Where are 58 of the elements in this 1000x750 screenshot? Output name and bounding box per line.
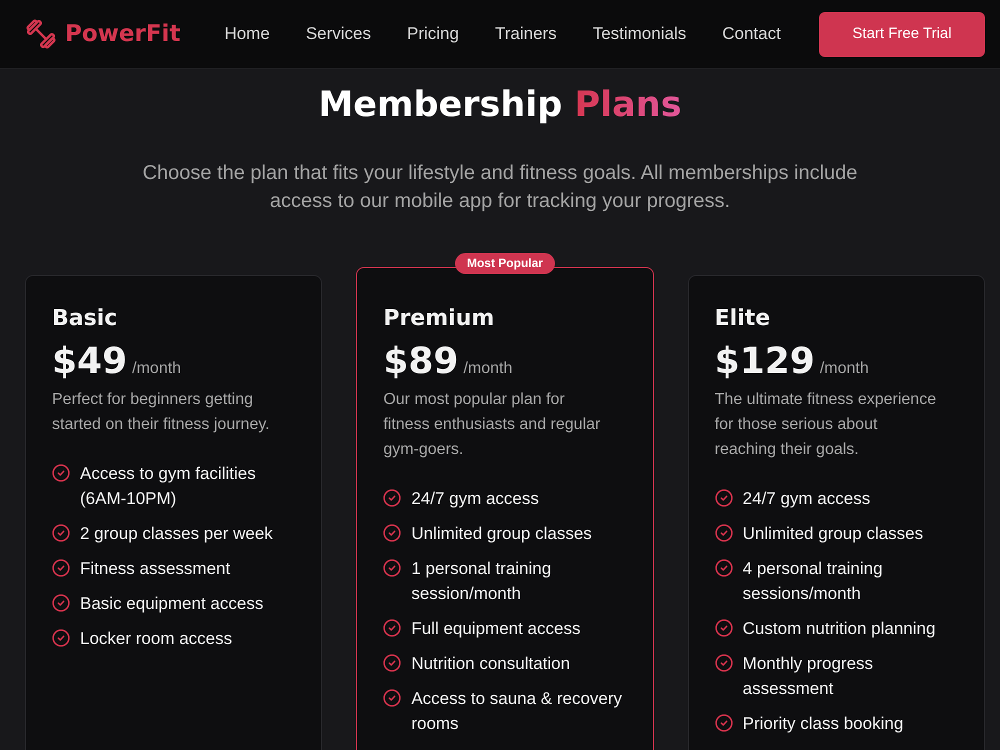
check-circle-icon [383, 619, 402, 638]
section-title: Membership Plans [317, 85, 683, 126]
check-circle-icon [52, 464, 70, 482]
check-circle-icon [52, 524, 70, 542]
feature-text: 2 group classes per week [80, 523, 273, 546]
check-circle-icon [383, 489, 402, 508]
feature-text: 4 personal training sessions/month [742, 558, 884, 606]
plan-name: Elite [714, 305, 772, 334]
check-circle-icon [714, 619, 733, 638]
popular-badge: Most Popular [454, 253, 555, 274]
feature-text: 1 personal training session/month [411, 558, 552, 606]
feature-text: 24/7 gym access [411, 488, 539, 510]
plan-description: Our most popular plan for fitness enthusiasts and regular gym-goers. [383, 390, 602, 460]
brand-name[interactable]: PowerFit [65, 16, 180, 52]
feature-text: Custom nutrition planning [742, 618, 936, 640]
feature-text: Access to sauna & recovery rooms [411, 688, 624, 736]
plan-price: $49 [52, 340, 128, 384]
feature-text: Priority class booking [742, 713, 904, 736]
section-intro: Choose the plan that fits your lifestyle and fitness goals. All memberships include access to our mobile app for tracking your progress. [142, 161, 858, 214]
feature-text: Unlimited group classes [742, 523, 924, 546]
check-circle-icon [383, 524, 402, 542]
nav-link[interactable]: Home [224, 21, 270, 47]
nav-link[interactable]: Trainers [494, 21, 557, 47]
nav-link[interactable]: Contact [722, 21, 781, 47]
plan-name: Basic [52, 305, 118, 334]
price-period: /month [820, 359, 869, 380]
dumbbell-icon [25, 18, 57, 50]
feature-text: Monthly progress assessment [742, 653, 874, 700]
check-circle-icon [383, 654, 402, 672]
feature-text: Fitness assessment [80, 558, 230, 580]
feature-text: Full equipment access [411, 618, 580, 640]
check-circle-icon [52, 559, 70, 578]
feature-text: Unlimited group classes [411, 523, 592, 546]
price-period: /month [463, 359, 512, 380]
check-circle-icon [383, 559, 402, 578]
check-circle-icon [714, 524, 733, 542]
check-circle-icon [714, 559, 733, 578]
nav-link[interactable]: Pricing [407, 21, 459, 47]
check-circle-icon [383, 689, 402, 708]
feature-text: Locker room access [80, 628, 232, 650]
plan-price: $129 [714, 340, 815, 384]
check-circle-icon [714, 489, 733, 508]
nav-link[interactable]: Testimonials [592, 21, 686, 47]
check-circle-icon [714, 654, 733, 672]
feature-text: 24/7 gym access [742, 488, 870, 510]
feature-text: Nutrition consultation [411, 653, 570, 676]
check-circle-icon [52, 594, 70, 612]
feature-text: Access to gym facilities (6AM-10PM) [80, 463, 257, 510]
plan-price: $89 [383, 340, 458, 384]
check-circle-icon [714, 714, 733, 732]
check-circle-icon [52, 629, 70, 648]
plan-name: Premium [383, 305, 496, 334]
feature-text: Basic equipment access [80, 593, 264, 616]
nav-link[interactable]: Services [306, 21, 371, 47]
start-trial-button[interactable]: Start Free Trial [819, 12, 985, 56]
plan-description: The ultimate fitness experience for those serious about reaching their goals. [714, 390, 938, 460]
price-period: /month [132, 359, 182, 380]
plan-description: Perfect for beginners getting started on their fitness journey. [52, 390, 271, 436]
